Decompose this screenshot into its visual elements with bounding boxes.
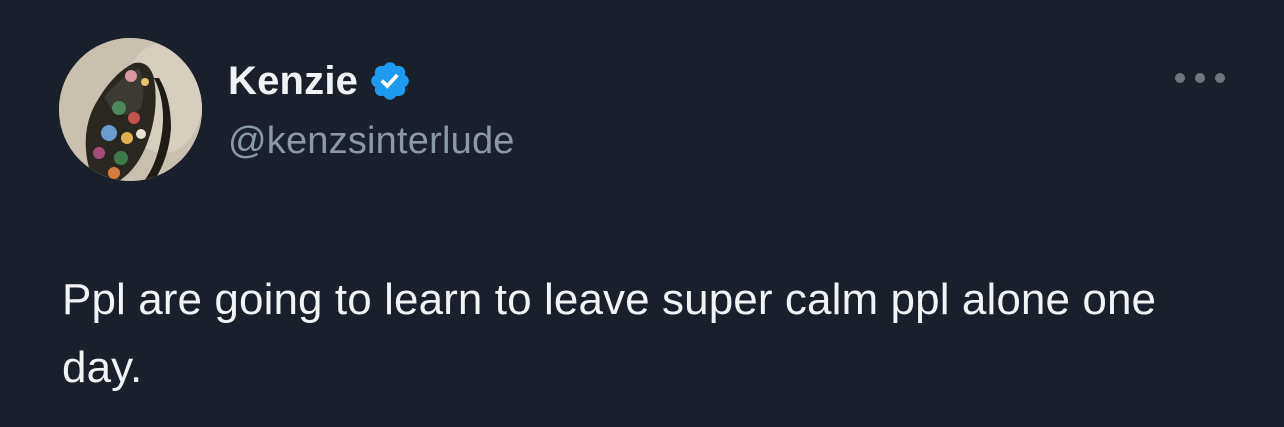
name-row: Kenzie: [228, 56, 412, 106]
profile-photo-icon: [59, 38, 202, 181]
avatar[interactable]: [59, 38, 202, 181]
tweet-card: Kenzie @kenzsinterlude Ppl are going to …: [0, 0, 1284, 427]
more-options-icon[interactable]: [1175, 66, 1225, 90]
dot-icon: [1175, 73, 1185, 83]
display-name[interactable]: Kenzie: [228, 56, 358, 106]
dot-icon: [1195, 73, 1205, 83]
dot-icon: [1215, 73, 1225, 83]
user-handle[interactable]: @kenzsinterlude: [228, 116, 515, 166]
tweet-text: Ppl are going to learn to leave super ca…: [62, 275, 1157, 392]
verified-badge-icon[interactable]: [368, 59, 412, 103]
